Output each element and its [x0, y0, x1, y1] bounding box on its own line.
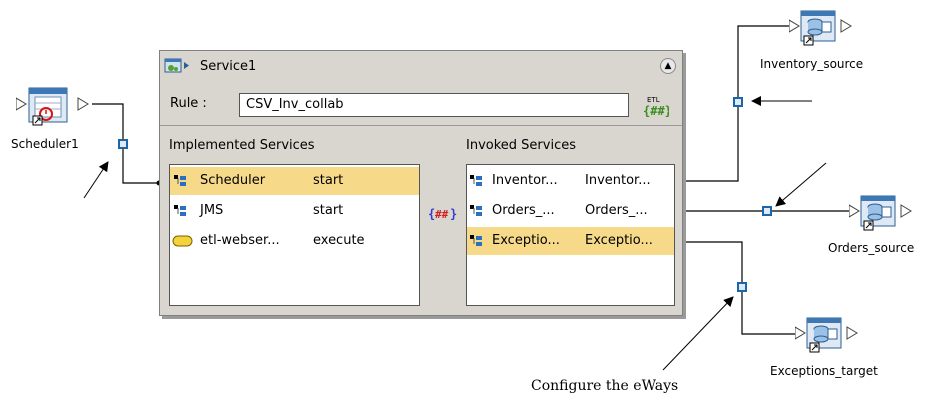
- service-operation: start: [313, 173, 344, 188]
- list-item[interactable]: JMS start: [170, 197, 419, 225]
- orders-node[interactable]: [848, 193, 915, 233]
- arrow-orders: [775, 162, 827, 207]
- service-operation: Inventor...: [585, 173, 651, 188]
- service-name: Inventor...: [492, 173, 558, 188]
- service-icon: [164, 58, 189, 73]
- scheduler-node[interactable]: [15, 86, 96, 130]
- scheduler-icon: [15, 87, 89, 126]
- service-name: JMS: [200, 203, 224, 218]
- rule-field[interactable]: CSV_Inv_collab: [239, 93, 629, 117]
- tree-icon: [174, 175, 186, 186]
- orders-connector[interactable]: [762, 206, 772, 216]
- invoked-services-title: Invoked Services: [466, 138, 576, 153]
- pill-icon: [172, 235, 193, 247]
- exceptions-connector[interactable]: [737, 282, 747, 292]
- service-name: Orders_...: [492, 203, 555, 218]
- database-eway-icon: [788, 10, 852, 46]
- service-panel[interactable]: Service1 ▲ Rule : CSV_Inv_collab ETL {##…: [159, 50, 683, 316]
- orders-label: Orders_source: [828, 241, 915, 255]
- etl-collab-button[interactable]: ETL {##}: [639, 92, 672, 118]
- tree-icon: [470, 235, 482, 246]
- svg-text:}: }: [450, 207, 457, 221]
- inventory-node[interactable]: [788, 8, 855, 48]
- tree-icon: [470, 205, 482, 216]
- scheduler-label: Scheduler1: [11, 137, 79, 151]
- service-operation: execute: [313, 233, 365, 248]
- database-eway-icon: [794, 317, 858, 353]
- list-item[interactable]: Orders_... Orders_...: [467, 197, 674, 225]
- implemented-services-title: Implemented Services: [169, 138, 315, 153]
- etl-icon-text: ETL: [647, 96, 660, 104]
- etl-icon: ETL {##}: [643, 96, 672, 118]
- invoked-services-list[interactable]: Inventor... Inventor... Orders_... Order…: [466, 164, 675, 306]
- svg-text:{##}: {##}: [643, 104, 669, 118]
- service-name: Scheduler: [200, 173, 266, 188]
- collapse-icon[interactable]: ▲: [660, 58, 676, 74]
- exceptions-node[interactable]: [794, 315, 861, 355]
- inventory-label: Inventory_source: [760, 57, 864, 71]
- annotation-text: Configure the eWays: [531, 378, 679, 394]
- list-item[interactable]: Exceptio... Exceptio...: [467, 227, 674, 255]
- scheduler-connector[interactable]: [118, 139, 128, 149]
- svg-text:##: ##: [435, 208, 449, 221]
- panel-divider: [160, 125, 682, 126]
- list-item[interactable]: Scheduler start: [170, 167, 419, 195]
- list-item[interactable]: etl-webser... execute: [170, 227, 419, 255]
- service-title-bar[interactable]: Service1 ▲: [160, 51, 682, 81]
- service-title: Service1: [200, 59, 257, 74]
- list-item[interactable]: Inventor... Inventor...: [467, 167, 674, 195]
- tree-icon: [174, 205, 186, 216]
- database-eway-icon: [848, 195, 912, 231]
- exceptions-label: Exceptions_target: [770, 364, 878, 378]
- service-operation: start: [313, 203, 344, 218]
- arrow-scheduler: [83, 161, 109, 199]
- service-operation: Exceptio...: [585, 233, 653, 248]
- service-operation: Orders_...: [585, 203, 648, 218]
- mapping-icon: { ## }: [428, 207, 457, 221]
- implemented-services-list[interactable]: Scheduler start JMS start etl-webser... …: [169, 164, 420, 306]
- tree-icon: [470, 175, 482, 186]
- rule-label: Rule :: [170, 96, 207, 111]
- service-name: Exceptio...: [492, 233, 560, 248]
- service-name: etl-webser...: [200, 233, 280, 248]
- inventory-connector[interactable]: [733, 97, 743, 107]
